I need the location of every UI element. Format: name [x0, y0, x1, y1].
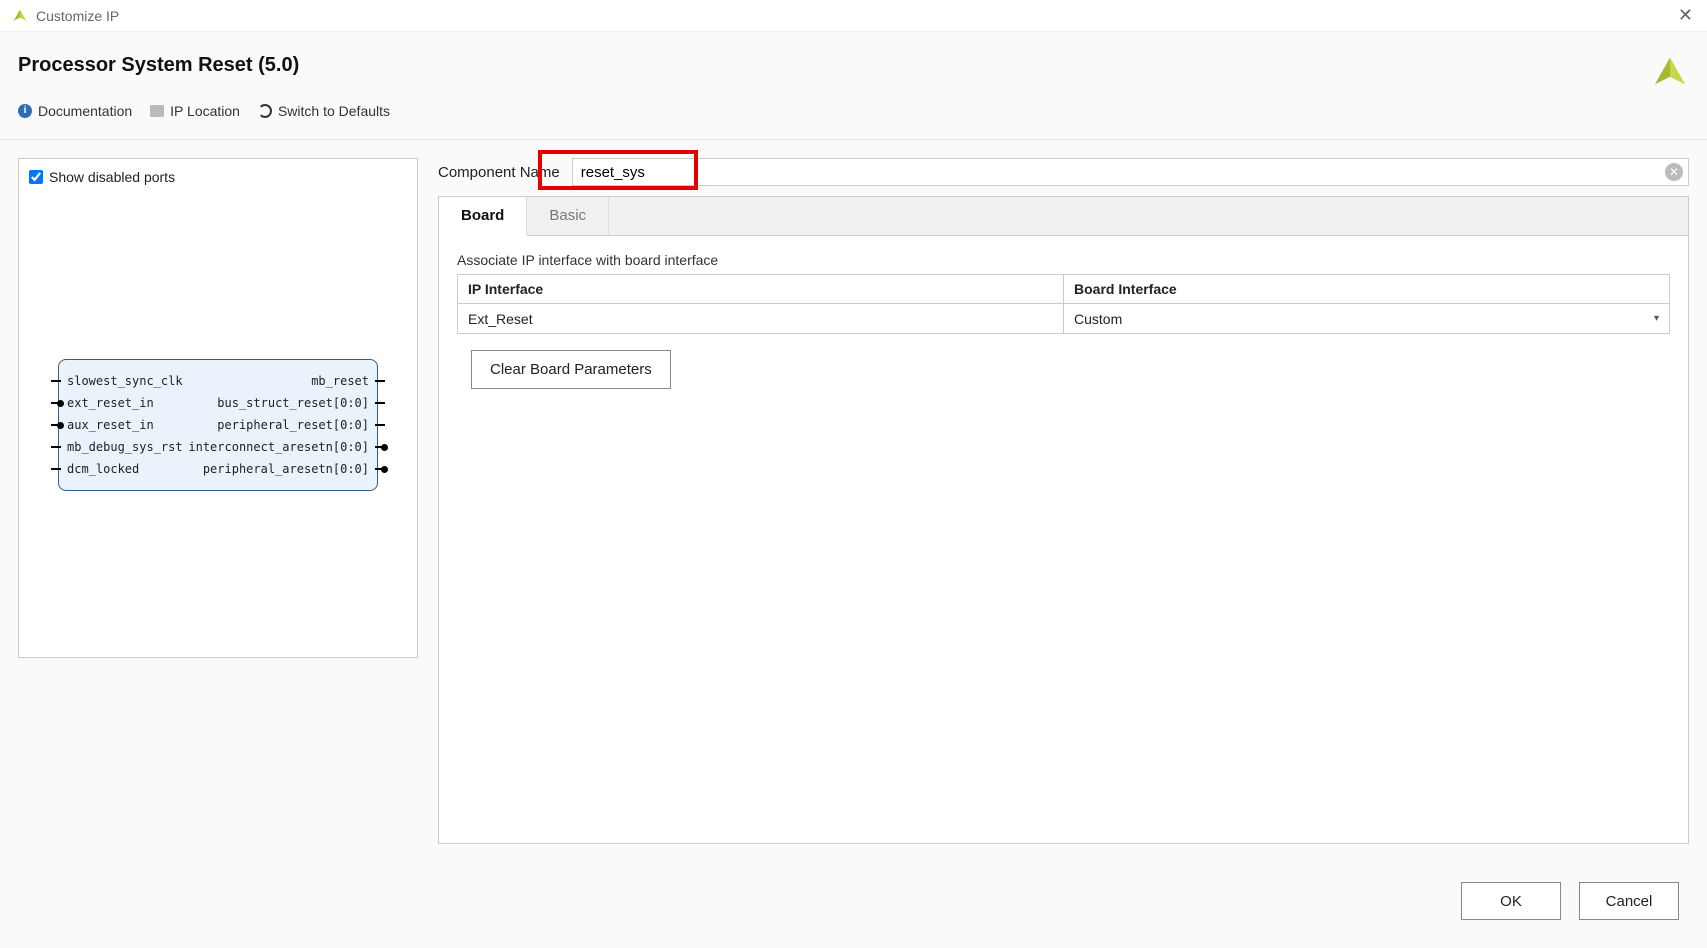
interface-table: IP Interface Board Interface Ext_Reset C… — [457, 274, 1670, 334]
pin-in-icon — [51, 446, 61, 448]
header: Processor System Reset (5.0) i Documenta… — [0, 32, 1707, 140]
pin-in-icon — [51, 402, 61, 404]
pin-out-icon — [375, 446, 385, 448]
col-board-interface: Board Interface — [1064, 275, 1670, 304]
tabs: Board Basic — [439, 197, 1688, 236]
documentation-link[interactable]: i Documentation — [18, 103, 132, 119]
tab-area: Board Basic Associate IP interface with … — [438, 196, 1689, 844]
page-title: Processor System Reset (5.0) — [18, 54, 390, 77]
app-logo-icon — [12, 8, 28, 24]
show-disabled-ports-checkbox[interactable]: Show disabled ports — [29, 169, 407, 185]
switch-defaults-link[interactable]: Switch to Defaults — [258, 103, 390, 119]
cell-ip-interface: Ext_Reset — [458, 304, 1064, 334]
info-icon: i — [18, 104, 32, 118]
ip-location-link[interactable]: IP Location — [150, 103, 240, 119]
port-out-4: peripheral_aresetn[0:0] — [203, 462, 369, 476]
close-icon[interactable]: ✕ — [1678, 6, 1693, 24]
port-out-1: bus_struct_reset[0:0] — [217, 396, 369, 410]
pin-out-icon — [375, 402, 385, 404]
ip-location-label: IP Location — [170, 103, 240, 119]
pin-out-icon — [375, 380, 385, 382]
footer: OK Cancel — [0, 862, 1707, 948]
clear-board-parameters-button[interactable]: Clear Board Parameters — [471, 350, 671, 389]
tab-board[interactable]: Board — [439, 197, 527, 236]
ip-block-diagram: slowest_sync_clk mb_reset ext_reset_in b… — [58, 359, 378, 491]
port-out-0: mb_reset — [311, 374, 369, 388]
chevron-down-icon: ▾ — [1654, 313, 1659, 324]
port-in-1: ext_reset_in — [67, 396, 154, 410]
table-row: Ext_Reset Custom ▾ — [458, 304, 1670, 334]
window-title: Customize IP — [36, 8, 119, 24]
ok-button[interactable]: OK — [1461, 882, 1561, 920]
component-name-row: Component Name ✕ — [438, 158, 1689, 186]
port-in-0: slowest_sync_clk — [67, 374, 183, 388]
port-out-3: interconnect_aresetn[0:0] — [188, 440, 369, 454]
preview-panel: Show disabled ports slowest_sync_clk mb_… — [18, 158, 418, 658]
port-out-2: peripheral_reset[0:0] — [217, 418, 369, 432]
switch-defaults-label: Switch to Defaults — [278, 103, 390, 119]
board-interface-dropdown[interactable]: Custom ▾ — [1074, 311, 1659, 327]
board-interface-value: Custom — [1074, 311, 1122, 327]
show-disabled-ports-label: Show disabled ports — [49, 169, 175, 185]
toolbar-links: i Documentation IP Location Switch to De… — [18, 103, 390, 129]
pin-out-icon — [375, 424, 385, 426]
pin-in-icon — [51, 424, 61, 426]
port-in-3: mb_debug_sys_rst — [67, 440, 183, 454]
col-ip-interface: IP Interface — [458, 275, 1064, 304]
config-panel: Component Name ✕ Board Basic Associate I… — [438, 158, 1689, 844]
vendor-logo-icon — [1651, 54, 1689, 92]
folder-icon — [150, 105, 164, 117]
pin-in-icon — [51, 468, 61, 470]
pin-in-icon — [51, 380, 61, 382]
body: Show disabled ports slowest_sync_clk mb_… — [0, 140, 1707, 862]
cell-board-interface[interactable]: Custom ▾ — [1064, 304, 1670, 334]
component-name-input[interactable] — [572, 158, 1689, 186]
show-disabled-ports-input[interactable] — [29, 170, 43, 184]
tab-basic[interactable]: Basic — [527, 197, 609, 235]
title-bar: Customize IP ✕ — [0, 0, 1707, 32]
clear-input-icon[interactable]: ✕ — [1665, 163, 1683, 181]
port-in-4: dcm_locked — [67, 462, 139, 476]
associate-label: Associate IP interface with board interf… — [457, 252, 1670, 268]
tab-body: Associate IP interface with board interf… — [439, 236, 1688, 843]
refresh-icon — [258, 104, 272, 118]
component-name-label: Component Name — [438, 164, 560, 181]
pin-out-icon — [375, 468, 385, 470]
documentation-label: Documentation — [38, 103, 132, 119]
port-in-2: aux_reset_in — [67, 418, 154, 432]
cancel-button[interactable]: Cancel — [1579, 882, 1679, 920]
